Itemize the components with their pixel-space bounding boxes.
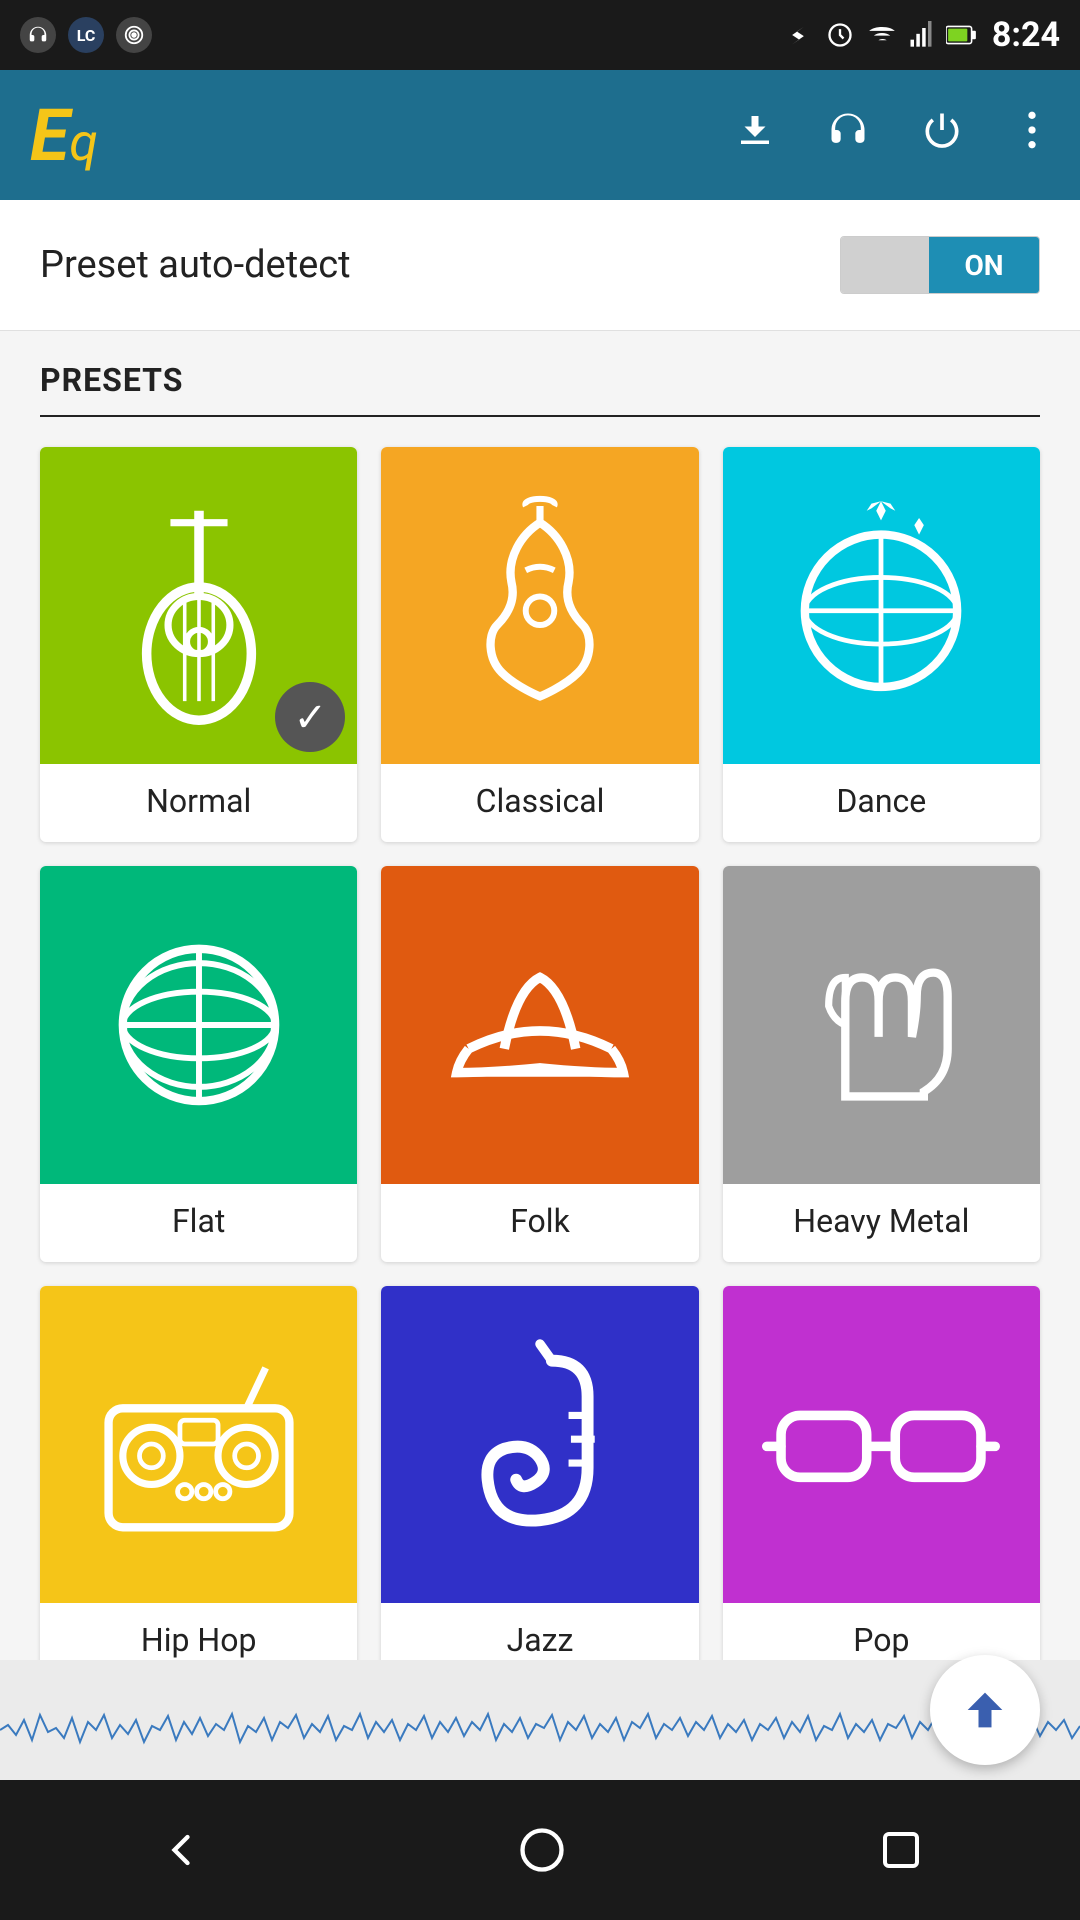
home-button[interactable]: [516, 1824, 568, 1876]
preset-card-jazz[interactable]: Jazz: [381, 1286, 698, 1681]
app-title-q: q: [69, 112, 98, 173]
main-content: Preset auto-detect ON PRESETS: [0, 200, 1080, 1920]
preset-card-heavymetal[interactable]: Heavy Metal: [723, 866, 1040, 1261]
presets-title: PRESETS: [40, 361, 1040, 417]
presets-section: PRESETS: [0, 331, 1080, 1681]
preset-icon-dance: [723, 447, 1040, 764]
preset-name-normal: Normal: [146, 764, 251, 842]
fab-scroll-up[interactable]: [930, 1655, 1040, 1765]
preset-icon-jazz: [381, 1286, 698, 1603]
app-title-e: E: [30, 93, 69, 178]
preset-name-classical: Classical: [476, 764, 605, 842]
preset-auto-detect-label: Preset auto-detect: [40, 243, 351, 287]
bottom-nav: [0, 1780, 1080, 1920]
bluetooth-icon: [784, 21, 812, 49]
download-button[interactable]: [734, 109, 776, 161]
grid-status-icon: LC: [68, 17, 104, 53]
target-status-icon: [116, 17, 152, 53]
status-time: 8:24: [992, 15, 1060, 55]
app-title: E q: [30, 93, 734, 178]
preset-icon-heavymetal: [723, 866, 1040, 1183]
preset-icon-hiphop: [40, 1286, 357, 1603]
preset-card-classical[interactable]: Classical: [381, 447, 698, 842]
presets-grid: ✓ Normal Classical: [40, 447, 1040, 1681]
headphones-button[interactable]: [826, 108, 870, 162]
preset-toggle[interactable]: ON: [840, 236, 1040, 294]
preset-name-dance: Dance: [836, 764, 926, 842]
status-right-icons: 8:24: [784, 15, 1060, 55]
check-icon: ✓: [294, 694, 328, 741]
battery-icon: [946, 21, 978, 49]
preset-card-flat[interactable]: Flat: [40, 866, 357, 1261]
back-button[interactable]: [155, 1824, 207, 1876]
status-left-icons: LC: [20, 17, 152, 53]
preset-card-hiphop[interactable]: Hip Hop: [40, 1286, 357, 1681]
preset-icon-pop: [723, 1286, 1040, 1603]
toggle-off-area: [841, 237, 929, 293]
preset-name-heavymetal: Heavy Metal: [793, 1184, 969, 1262]
toggle-on-label: ON: [929, 237, 1039, 293]
preset-card-dance[interactable]: Dance: [723, 447, 1040, 842]
recent-button[interactable]: [877, 1826, 925, 1874]
headphones-status-icon: [20, 17, 56, 53]
wifi-icon: [868, 21, 896, 49]
fab-arrow-icon: [959, 1684, 1011, 1736]
clock-icon: [826, 21, 854, 49]
preset-card-pop[interactable]: Pop: [723, 1286, 1040, 1681]
status-bar: LC 8:24: [0, 0, 1080, 70]
waveform-area: [0, 1660, 1080, 1780]
preset-name-folk: Folk: [510, 1184, 570, 1262]
preset-card-folk[interactable]: Folk: [381, 866, 698, 1261]
app-bar: E q: [0, 70, 1080, 200]
preset-bar: Preset auto-detect ON: [0, 200, 1080, 331]
preset-icon-classical: [381, 447, 698, 764]
preset-icon-normal: ✓: [40, 447, 357, 764]
preset-icon-folk: [381, 866, 698, 1183]
preset-icon-flat: [40, 866, 357, 1183]
signal-icon: [910, 21, 932, 49]
more-button[interactable]: [1014, 108, 1050, 162]
selected-check-normal: ✓: [275, 682, 345, 752]
power-button[interactable]: [920, 108, 964, 162]
preset-card-normal[interactable]: ✓ Normal: [40, 447, 357, 842]
preset-name-flat: Flat: [172, 1184, 225, 1262]
app-bar-icons: [734, 108, 1050, 162]
